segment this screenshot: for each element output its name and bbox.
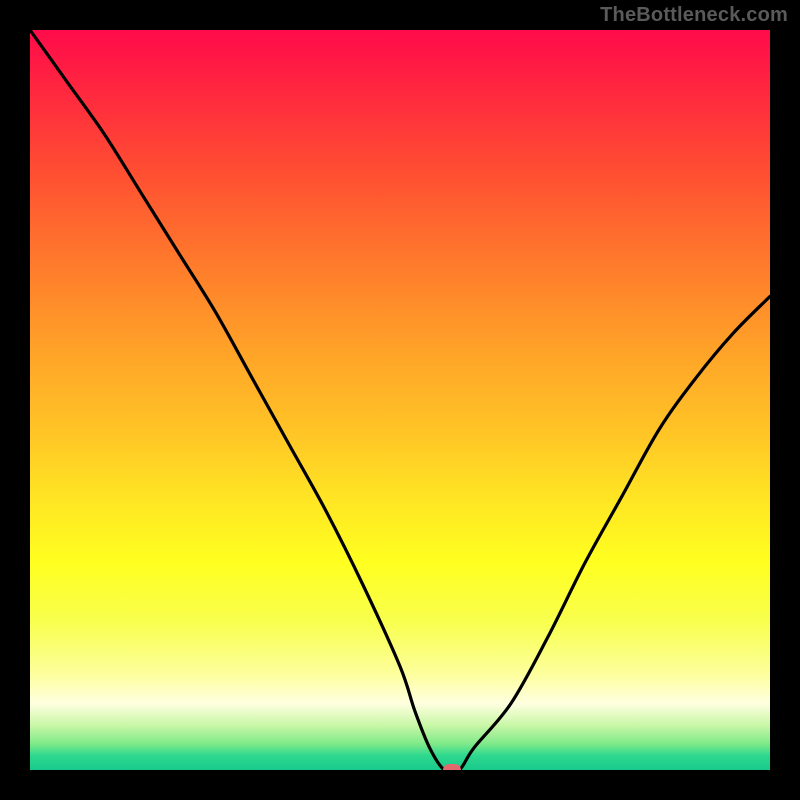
plot-area — [30, 30, 770, 770]
chart-frame: TheBottleneck.com — [0, 0, 800, 800]
watermark-text: TheBottleneck.com — [600, 4, 788, 27]
bottleneck-curve — [30, 30, 770, 770]
optimum-marker — [443, 764, 461, 770]
